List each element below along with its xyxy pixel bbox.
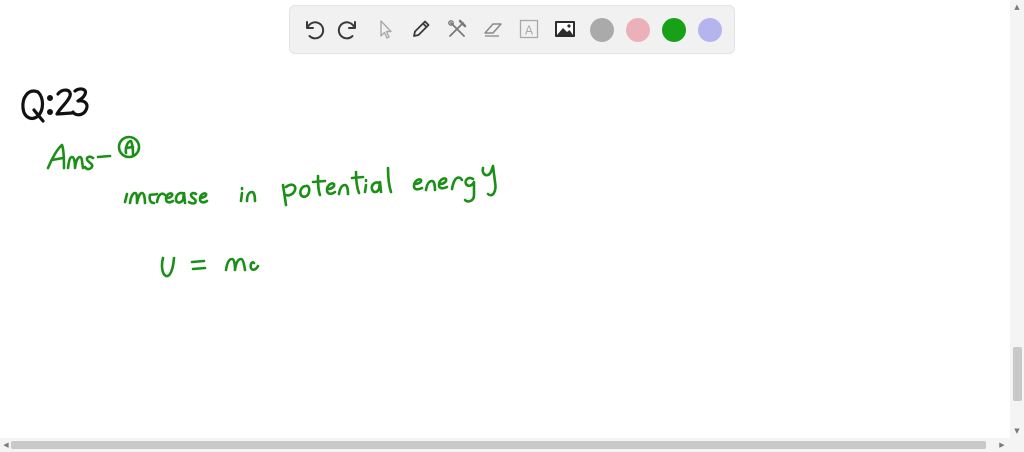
insert-image-button[interactable] bbox=[548, 12, 582, 46]
answer-choice-text: a bbox=[0, 0, 1, 1]
undo-button[interactable] bbox=[296, 12, 330, 46]
question-number-ink bbox=[21, 87, 89, 123]
handwriting-ink bbox=[21, 87, 497, 278]
image-icon bbox=[555, 21, 575, 37]
whiteboard-canvas[interactable]: A Q:23 Ans- a increase in potential ener… bbox=[0, 0, 1010, 438]
answer-line-2-text: U = mg bbox=[0, 0, 1, 1]
tools-button[interactable] bbox=[440, 12, 474, 46]
color-swatch-lavender[interactable] bbox=[698, 18, 722, 42]
answer-label-text: Ans- bbox=[0, 0, 1, 1]
vertical-scrollbar[interactable]: ▲ ▼ bbox=[1010, 0, 1024, 438]
redo-button[interactable] bbox=[332, 12, 366, 46]
vertical-scroll-thumb[interactable] bbox=[1013, 347, 1022, 401]
color-swatch-green[interactable] bbox=[662, 18, 686, 42]
svg-text:A: A bbox=[525, 24, 534, 38]
scroll-down-arrow-icon[interactable]: ▼ bbox=[1012, 426, 1022, 436]
undo-icon bbox=[306, 21, 325, 40]
tools-icon bbox=[448, 19, 467, 37]
eraser-icon bbox=[484, 23, 502, 37]
question-number-text: Q:23 bbox=[0, 0, 1, 1]
horizontal-scrollbar[interactable]: ◀ ▶ bbox=[0, 438, 1010, 452]
scroll-right-arrow-icon[interactable]: ▶ bbox=[997, 440, 1007, 450]
horizontal-scroll-thumb[interactable] bbox=[11, 441, 986, 449]
eraser-button[interactable] bbox=[476, 12, 510, 46]
answer-line-1-text: increase in potential energy bbox=[0, 0, 1, 1]
drawing-toolbar: A bbox=[290, 6, 734, 53]
text-box-icon: A bbox=[519, 19, 539, 39]
pen-button[interactable] bbox=[404, 12, 438, 46]
select-pointer-icon bbox=[380, 20, 392, 39]
scroll-up-arrow-icon[interactable]: ▲ bbox=[1012, 2, 1022, 12]
redo-icon bbox=[337, 21, 356, 40]
color-swatch-gray[interactable] bbox=[590, 18, 614, 42]
scroll-left-arrow-icon[interactable]: ◀ bbox=[1, 440, 11, 450]
color-swatch-pink[interactable] bbox=[626, 18, 650, 42]
text-box-button[interactable]: A bbox=[512, 12, 546, 46]
select-button[interactable] bbox=[368, 12, 402, 46]
answer-ink bbox=[46, 135, 497, 278]
scrollbar-corner bbox=[1010, 438, 1024, 452]
pen-icon bbox=[413, 20, 430, 37]
